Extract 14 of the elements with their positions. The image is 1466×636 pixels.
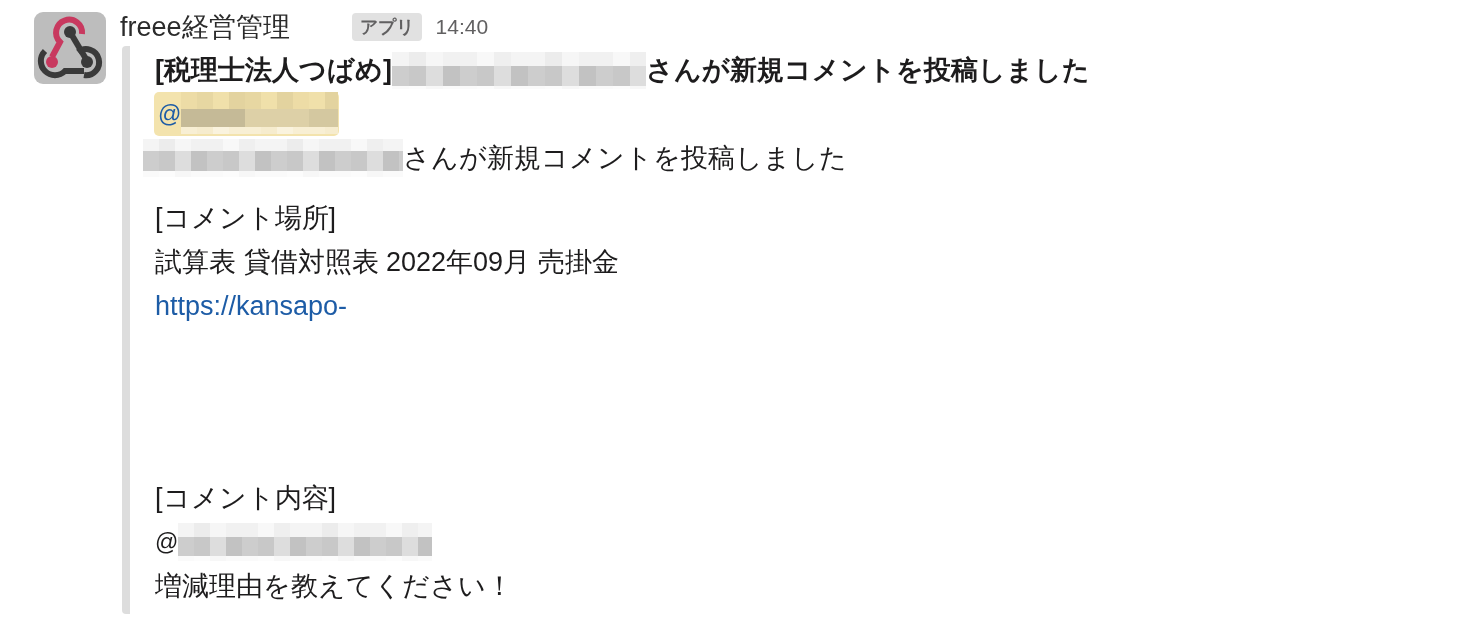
message-time[interactable]: 14:40: [435, 15, 489, 39]
user-mention: @: [155, 520, 433, 564]
organization-label: [税理士法人つばめ]: [155, 54, 392, 87]
user-mention[interactable]: @: [154, 92, 340, 136]
section-heading: [コメント場所]: [155, 202, 337, 235]
comment-notice-text: さんが新規コメントを投稿しました: [646, 54, 1090, 87]
app-badge: アプリ: [351, 13, 422, 41]
comment-body-text: 増減理由を教えてください！: [155, 570, 514, 603]
location-path-text: 試算表 貸借対照表 2022年09月 売掛金: [155, 246, 620, 279]
url-link[interactable]: https://kansapo-: [155, 284, 348, 328]
webhook-icon[interactable]: [34, 12, 106, 84]
comment-notice-text: さんが新規コメントを投稿しました: [403, 142, 847, 175]
section-heading: [コメント内容]: [155, 482, 337, 515]
sender-name[interactable]: freee経営管理: [120, 12, 290, 42]
